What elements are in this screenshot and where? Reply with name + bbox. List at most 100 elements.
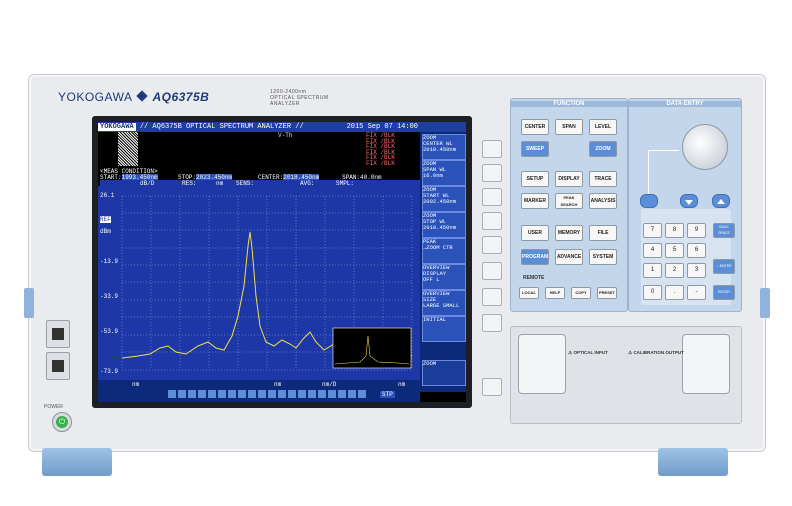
up-arrow-icon: [717, 199, 725, 204]
numkey-9[interactable]: 9: [687, 223, 706, 238]
numkey-8[interactable]: 8: [665, 223, 684, 238]
softkey-zoom-stop[interactable]: ZOOM STOP WL 2018.450nm: [422, 212, 466, 238]
hw-softkey-7[interactable]: [482, 288, 502, 306]
usb-port-1[interactable]: [46, 320, 70, 348]
softkey-zoom-start[interactable]: ZOOM START WL 2002.450nm: [422, 186, 466, 212]
softkey-initial[interactable]: INITIAL: [422, 316, 466, 342]
level-key[interactable]: LEVEL: [589, 119, 617, 135]
user-key[interactable]: USER: [521, 225, 549, 241]
spectrum-plot: [121, 195, 413, 371]
numkey-7[interactable]: 7: [643, 223, 662, 238]
hw-softkey-4[interactable]: [482, 212, 502, 230]
numkey-5[interactable]: 5: [665, 243, 684, 258]
hw-softkey-8[interactable]: [482, 314, 502, 332]
y-tick: -33.9: [100, 293, 119, 300]
function-title: FUNCTION: [511, 101, 627, 107]
hw-softkey-9[interactable]: [482, 378, 502, 396]
y-tick: 26.1: [100, 192, 115, 199]
y-tick: -53.9: [100, 328, 119, 335]
brand-diamond-icon: [136, 90, 149, 102]
display-screen: YOKOGAWA // AQ6375B OPTICAL SPECTRUM ANA…: [98, 122, 466, 402]
softkey-zoom[interactable]: ZOOM: [422, 360, 466, 386]
setup-key[interactable]: SETUP: [521, 171, 549, 187]
hw-softkey-5[interactable]: [482, 236, 502, 254]
spectrum-graph[interactable]: 26.1 REF dBm -13.9 -33.9 -53.9 -73.9: [98, 186, 420, 380]
left-foot: [42, 448, 112, 476]
program-key[interactable]: PROGRAM: [521, 249, 549, 265]
memory-key[interactable]: MEMORY: [555, 225, 583, 241]
trace-label: V-Th: [278, 132, 293, 139]
marker-key[interactable]: MARKER: [521, 193, 549, 209]
rotary-knob[interactable]: [682, 124, 728, 170]
y-tick-ref: REF: [100, 216, 111, 223]
softkey-overview-size[interactable]: OVERVIEW SIZE LARGE SMALL: [422, 290, 466, 316]
stp-tag[interactable]: STP: [380, 391, 395, 398]
help-key[interactable]: HELP: [545, 287, 565, 299]
screen-logo: YOKOGAWA: [98, 123, 136, 131]
hw-softkey-2[interactable]: [482, 164, 502, 182]
screen-title: // AQ6375B OPTICAL SPECTRUM ANALYZER //: [139, 123, 304, 131]
trace-swatch: [118, 132, 138, 166]
calibration-output-port[interactable]: [682, 334, 730, 394]
down-arrow-button[interactable]: [680, 194, 698, 208]
overview-window: [332, 327, 412, 369]
power-button[interactable]: ⏻: [52, 412, 72, 432]
local-key[interactable]: LOCAL: [519, 287, 539, 299]
right-foot: [658, 448, 728, 476]
data-entry-title: DATA ENTRY: [629, 101, 741, 107]
brand-label: YOKOGAWA AQ6375B 1200-2400nm OPTICAL SPECT…: [58, 89, 328, 107]
numkey-minus[interactable]: -: [687, 285, 706, 300]
advance-key[interactable]: ADVANCE: [555, 249, 583, 265]
y-tick: -13.9: [100, 258, 119, 265]
system-key[interactable]: SYSTEM: [589, 249, 617, 265]
left-handle-tab: [24, 288, 34, 318]
up-arrow-button[interactable]: [712, 194, 730, 208]
sweep-key[interactable]: SWEEP: [521, 141, 549, 157]
softkey-zoom-center[interactable]: ZOOM CENTER WL 2018.450nm: [422, 134, 466, 160]
peak-search-key[interactable]: PEAK SEARCH: [555, 193, 583, 209]
model-subtitle: 1200-2400nm OPTICAL SPECTRUM ANALYZER: [270, 89, 329, 107]
span-key[interactable]: SPAN: [555, 119, 583, 135]
y-axis-labels: 26.1 REF dBm -13.9 -33.9 -53.9 -73.9: [98, 186, 122, 380]
file-key[interactable]: FILE: [589, 225, 617, 241]
measure-condition: <MEAS CONDITION> START:1993.450nm STOP:2…: [98, 168, 420, 187]
center-key[interactable]: CENTER: [521, 119, 549, 135]
trace-rows: FIX /BLK FIX /BLK FIX /BLK FIX /BLK FIX /BLK…: [366, 132, 395, 167]
softkey-peak-zoom[interactable]: PEAK →ZOOM CTR: [422, 238, 466, 264]
hw-softkey-6[interactable]: [482, 262, 502, 280]
optical-input-label: ⚠ OPTICAL INPUT: [568, 350, 608, 355]
trace-key[interactable]: TRACE: [589, 171, 617, 187]
numkey-dot[interactable]: .: [665, 285, 684, 300]
numkey-2[interactable]: 2: [665, 263, 684, 278]
hw-softkey-3[interactable]: [482, 188, 502, 206]
brand-name: YOKOGAWA: [58, 90, 133, 104]
usb-port-2[interactable]: [46, 352, 70, 380]
model-name: AQ6375B: [152, 90, 210, 104]
numkey-3[interactable]: 3: [687, 263, 706, 278]
numkey-0[interactable]: 0: [643, 285, 662, 300]
softkey-overview-display[interactable]: OVERVIEW DISPLAY OFF L: [422, 264, 466, 290]
zoom-key[interactable]: ZOOM: [589, 141, 617, 157]
copy-key[interactable]: COPY: [571, 287, 591, 299]
numkey-4[interactable]: 4: [643, 243, 662, 258]
down-arrow-icon: [685, 200, 693, 205]
cancel-round-button[interactable]: [640, 194, 658, 208]
power-label: POWER: [44, 404, 63, 410]
backspace-key[interactable]: BACK SPACE: [713, 223, 735, 238]
enter-key[interactable]: ENTER: [713, 285, 735, 300]
bottom-icon-row[interactable]: [168, 390, 368, 398]
function-panel: FUNCTION CENTER SPAN LEVEL SWEEP ZOOM SE…: [510, 98, 628, 312]
power-icon: ⏻: [56, 416, 68, 428]
softkey-zoom-span[interactable]: ZOOM SPAN WL 16.0nm: [422, 160, 466, 186]
numkey-1[interactable]: 1: [643, 263, 662, 278]
hw-softkey-1[interactable]: [482, 140, 502, 158]
analysis-key[interactable]: ANALYSIS: [589, 193, 617, 209]
preset-key[interactable]: PRESET: [597, 287, 617, 299]
display-key[interactable]: DISPLAY: [555, 171, 583, 187]
enter-left-key[interactable]: ←ENTER: [713, 259, 735, 274]
remote-label: REMOTE: [523, 275, 545, 281]
optical-input-port[interactable]: [518, 334, 566, 394]
y-tick: -73.9: [100, 368, 119, 375]
right-handle-tab: [760, 288, 770, 318]
numkey-6[interactable]: 6: [687, 243, 706, 258]
